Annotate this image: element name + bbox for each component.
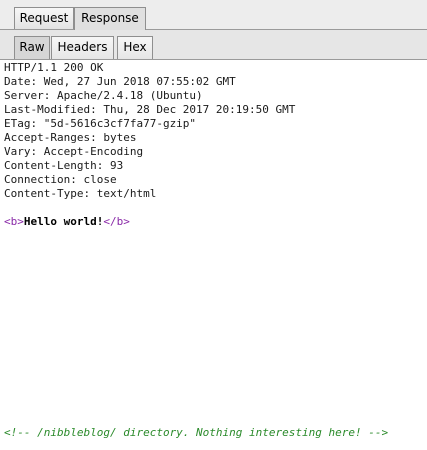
tab-hex[interactable]: Hex <box>117 36 153 59</box>
header-line: Content-Type: text/html <box>4 187 157 200</box>
status-line: HTTP/1.1 200 OK <box>4 61 104 74</box>
header-line: Accept-Ranges: bytes <box>4 131 137 144</box>
html-comment: <!-- /nibbleblog/ directory. Nothing int… <box>4 426 389 439</box>
open-b-tag: <b> <box>4 215 24 228</box>
header-line: ETag: "5d-5616c3cf7fa77-gzip" <box>4 117 197 130</box>
tab-raw[interactable]: Raw <box>14 36 50 59</box>
tab-response[interactable]: Response <box>74 7 146 30</box>
body-text: Hello world! <box>23 215 104 228</box>
header-line: Vary: Accept-Encoding <box>4 145 144 158</box>
view-tabs-bar: Raw Headers Hex <box>0 30 427 60</box>
header-line: Server: Apache/2.4.18 (Ubuntu) <box>4 89 203 102</box>
header-line: Date: Wed, 27 Jun 2018 07:55:02 GMT <box>4 75 236 88</box>
tab-headers[interactable]: Headers <box>51 36 114 59</box>
raw-response-editor[interactable]: HTTP/1.1 200 OK Date: Wed, 27 Jun 2018 0… <box>0 61 427 450</box>
message-tabs-bar: Request Response <box>0 0 427 30</box>
header-line: Content-Length: 93 <box>4 159 124 172</box>
header-line: Last-Modified: Thu, 28 Dec 2017 20:19:50… <box>4 103 296 116</box>
header-line: Connection: close <box>4 173 117 186</box>
body-html-line: <b>Hello world!</b> <box>4 215 130 229</box>
close-b-tag: </b> <box>103 215 130 228</box>
tab-request[interactable]: Request <box>14 7 74 29</box>
